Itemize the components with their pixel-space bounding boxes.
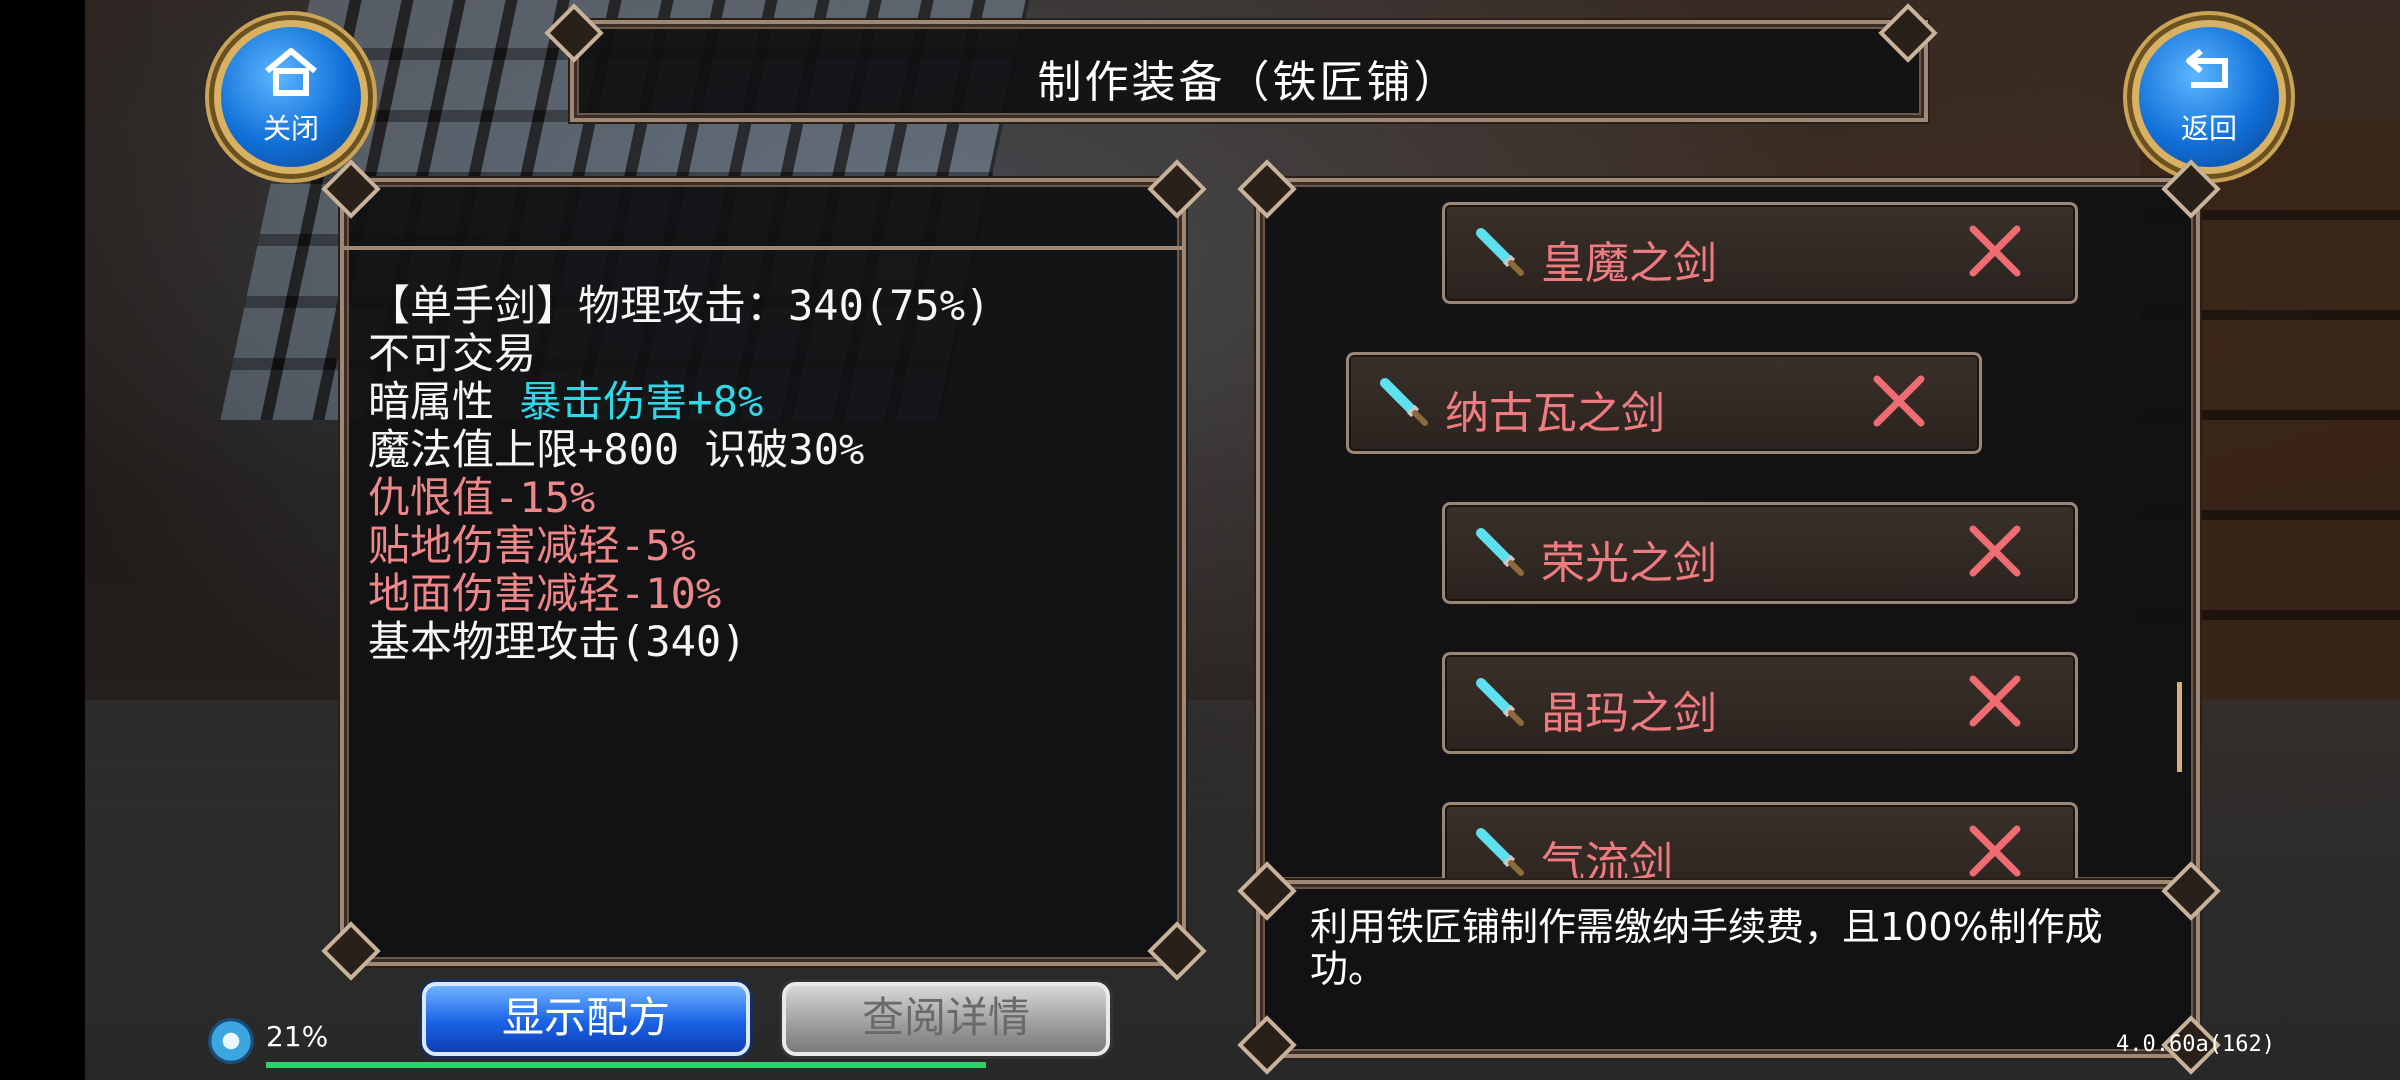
exp-percent: 21% xyxy=(266,1020,329,1053)
recipe-list-scrollbar[interactable] xyxy=(2177,682,2182,772)
recipe-name: 荣光之剑 xyxy=(1541,538,1717,589)
recipe-list-panel[interactable]: 皇魔之剑 纳古瓦之剑 荣光之剑 晶玛之剑 气流剑 xyxy=(1256,178,2200,886)
version-label: 4.0.60a(162) xyxy=(2116,1032,2275,1057)
info-panel: 利用铁匠铺制作需缴纳手续费，且100%制作成功。 xyxy=(1256,880,2200,1058)
recipe-item-selected[interactable]: 纳古瓦之剑 xyxy=(1346,352,1982,454)
back-button-label: 返回 xyxy=(2180,112,2237,145)
view-details-button[interactable]: 查阅详情 xyxy=(782,982,1110,1056)
stat-line: 仇恨值-15% xyxy=(368,473,596,522)
recipe-name: 晶玛之剑 xyxy=(1541,688,1717,739)
sword-icon xyxy=(1476,228,1524,276)
recipe-item[interactable]: 皇魔之剑 xyxy=(1442,202,2078,304)
x-icon xyxy=(1969,825,2021,877)
stat-line: 地面伤害减轻-10% xyxy=(368,569,722,618)
info-text: 利用铁匠铺制作需缴纳手续费，且100%制作成功。 xyxy=(1310,905,2103,991)
exp-progress-bar xyxy=(266,1062,986,1068)
recipe-item[interactable]: 气流剑 xyxy=(1442,802,2078,886)
item-stats-panel: 【单手剑】物理攻击：340(75%) 不可交易 暗属性 暴击伤害+8% 魔法值上… xyxy=(340,178,1186,966)
item-stats-header xyxy=(344,182,1182,250)
recipe-name: 气流剑 xyxy=(1541,838,1673,886)
sword-icon xyxy=(1476,678,1524,726)
close-button-label: 关闭 xyxy=(262,112,319,145)
x-icon xyxy=(1873,375,1925,427)
stat-prefix: 暗属性 xyxy=(368,377,520,426)
x-icon xyxy=(1969,225,2021,277)
sword-icon xyxy=(1476,828,1524,876)
sword-icon xyxy=(1380,378,1428,426)
sword-icon xyxy=(1476,528,1524,576)
x-icon xyxy=(1969,525,2021,577)
exp-orb-icon xyxy=(208,1018,254,1064)
back-button[interactable]: 返回 xyxy=(2132,20,2286,174)
stat-line: 暗属性 暴击伤害+8% xyxy=(368,378,990,426)
return-arrow-icon xyxy=(2186,48,2228,88)
recipe-name: 皇魔之剑 xyxy=(1541,238,1717,289)
recipe-item[interactable]: 荣光之剑 xyxy=(1442,502,2078,604)
stat-line: 贴地伤害减轻-5% xyxy=(368,521,696,570)
close-button[interactable]: 关闭 xyxy=(214,20,368,174)
title-bar: 制作装备（铁匠铺） xyxy=(570,20,1928,122)
home-icon xyxy=(265,48,317,96)
recipe-name: 纳古瓦之剑 xyxy=(1445,388,1665,439)
recipe-item[interactable]: 晶玛之剑 xyxy=(1442,652,2078,754)
stat-line: 基本物理攻击(340) xyxy=(368,617,747,666)
stat-line: 魔法值上限+800 识破30% xyxy=(368,425,865,474)
stat-highlight: 暴击伤害+8% xyxy=(519,377,764,426)
stat-line: 【单手剑】物理攻击：340(75%) xyxy=(368,281,991,330)
page-title: 制作装备（铁匠铺） xyxy=(1037,57,1461,108)
item-stats-list: 【单手剑】物理攻击：340(75%) 不可交易 暗属性 暴击伤害+8% 魔法值上… xyxy=(368,282,990,666)
stat-line: 不可交易 xyxy=(368,329,537,378)
show-recipe-button[interactable]: 显示配方 xyxy=(422,982,750,1056)
x-icon xyxy=(1969,675,2021,727)
